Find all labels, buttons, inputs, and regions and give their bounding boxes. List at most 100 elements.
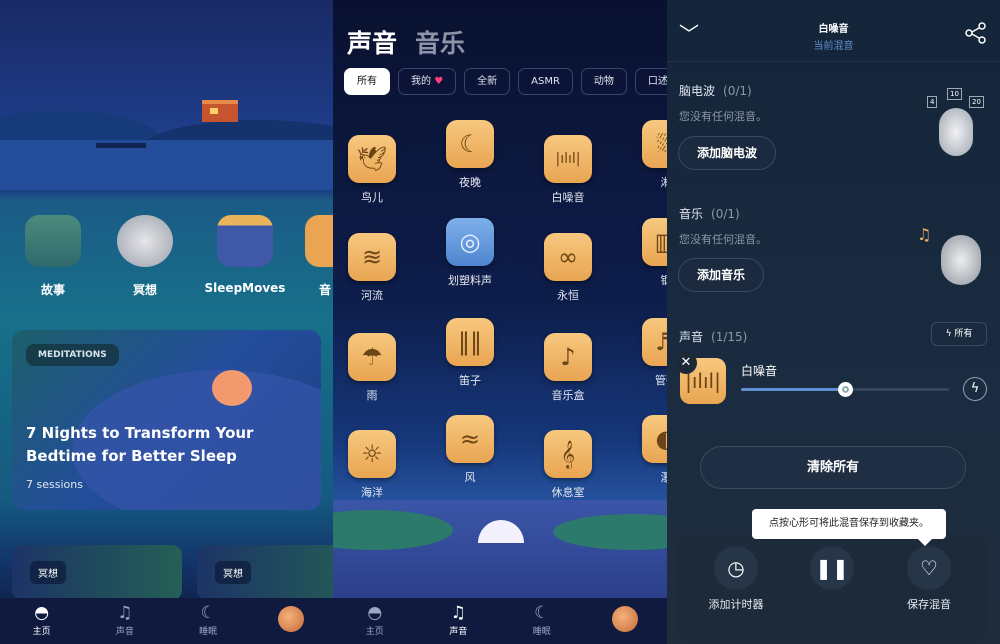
sound-item[interactable]: ≋ 河流 [333,233,412,303]
mix-controls: ◷ 添加计时器 ❚❚ ♡ 保存混音 [677,534,987,644]
meditating-owl-icon [117,215,173,267]
sound-item[interactable]: ☾ 夜晚 [430,120,510,190]
category-label: 冥想 [132,283,157,297]
sound-label: 风 [464,471,476,484]
nav-label: 主页 [365,627,384,637]
chip-all[interactable]: 所有 [344,68,390,95]
sound-item[interactable]: ≈ 风 [430,415,510,485]
pause-button[interactable]: ❚❚ [810,546,854,590]
sound-label: 钢 [660,274,668,287]
clock-icon: ◷ [727,556,745,580]
tab-music[interactable]: 音乐 [415,29,465,58]
chip-spoken[interactable]: 口述 [634,68,667,95]
sound-item[interactable]: 🕊 鸟儿 [333,135,412,205]
chip-mine[interactable]: 我的 ♥ [398,68,457,95]
piano-icon: ▥ [642,218,667,266]
session-count: 7 sessions [26,478,83,491]
mix-header: ﹀ 白噪音 当前混音 [667,0,1000,62]
category-sleepmoves[interactable]: SleepMoves [200,215,290,295]
waves-icon: ≋ [348,233,396,281]
sound-label: 笛子 [459,374,481,387]
volume-slider-thumb[interactable] [838,382,853,397]
nav-sounds[interactable]: ♫ 声音 [83,598,166,644]
nav-label: 睡眠 [532,627,551,637]
sound-label: 鸟儿 [361,191,383,204]
sound-label: 淋 [660,176,668,189]
sound-item[interactable]: ▥ 钢 [626,218,667,288]
section-label: 声音 [679,330,704,344]
section-label: 音乐 [679,207,704,221]
nav-sleep[interactable]: ☾ 睡眠 [167,598,250,644]
section-count: (1/15) [711,330,748,344]
add-music-button[interactable]: 添加音乐 [678,258,765,292]
nav-profile[interactable] [584,598,668,644]
nav-home[interactable]: ◓ 主页 [333,598,417,644]
randomize-track-button[interactable]: ϟ [963,377,987,401]
bottom-nav: ◓ 主页 ♫ 声音 ☾ 睡眠 [0,598,333,644]
harp-icon: ♬ [642,318,667,366]
bird-icon: 🕊 [348,135,396,183]
sound-label: 划塑料声 [448,274,492,287]
card-badge: 冥想 [30,561,66,584]
sound-item[interactable]: ♪ 音乐盒 [528,333,608,403]
category-meditation[interactable]: 冥想 [110,215,180,298]
treble-clef-icon: 𝄞 [544,430,592,478]
rain-cloud-icon: ☂ [348,333,396,381]
sound-item[interactable]: ☂ 雨 [333,333,412,403]
nav-home[interactable]: ◓ 主页 [0,598,83,644]
nav-sounds[interactable]: ♫ 声音 [417,598,501,644]
bolt-icon: ϟ [945,329,952,339]
volume-slider[interactable] [741,382,949,397]
lake-illustration [333,500,667,598]
meditation-card[interactable]: 冥想 [12,545,182,600]
sound-item[interactable]: ☼ 海洋 [333,430,412,500]
tab-sounds[interactable]: 声音 [347,29,397,58]
section-count: (0/1) [723,84,752,98]
featured-card[interactable]: MEDITATIONS 7 Nights to Transform Your B… [12,330,321,510]
meditation-card[interactable]: 冥想 [197,545,333,600]
section-label: 脑电波 [679,84,716,98]
randomize-all-button[interactable]: ϟ 所有 [931,322,987,346]
section-count: (0/1) [711,207,740,221]
nav-sleep[interactable]: ☾ 睡眠 [500,598,584,644]
clear-all-button[interactable]: 清除所有 [700,446,966,489]
home-icon: ◓ [367,603,383,623]
sound-item[interactable]: ◎ 划塑料声 [430,218,510,288]
category-music[interactable]: 音 [300,215,333,298]
share-icon[interactable] [965,22,987,44]
category-stories[interactable]: 故事 [18,215,88,298]
nav-label: 声音 [449,627,468,637]
sound-item[interactable]: 𝄞 休息室 [528,430,608,500]
sound-item[interactable]: ∞ 永恒 [528,233,608,303]
save-mix-button[interactable]: ♡ [907,546,951,590]
music-note-icon: ♫ [450,603,466,623]
music-box-icon: ♪ [544,333,592,381]
add-brainwave-button[interactable]: 添加脑电波 [678,136,777,170]
sound-item[interactable]: ‖‖ 笛子 [430,318,510,388]
sound-tabs: 声音 音乐 [347,24,483,60]
chip-animals[interactable]: 动物 [580,68,627,95]
heart-outline-icon: ♡ [920,556,938,580]
sound-label: 管弦 [655,374,667,387]
frequency-badge: 10 [947,88,962,100]
chip-asmr[interactable]: ASMR [518,68,573,95]
moon-icon: ☾ [200,603,216,623]
sound-label: 白噪音 [551,191,585,204]
timer-button[interactable]: ◷ [714,546,758,590]
water-drop-icon: ◐ [642,415,667,463]
featured-title: 7 Nights to Transform Your Bedtime for B… [26,424,254,465]
waveform-icon: |ılıl| [544,135,592,183]
sound-item[interactable]: ◐ 瀑 [626,415,667,485]
sound-item[interactable]: ♬ 管弦 [626,318,667,388]
bottom-nav: ◓ 主页 ♫ 声音 ☾ 睡眠 [333,598,667,644]
sound-item[interactable]: ⛆ 淋 [626,120,667,190]
nav-profile[interactable] [250,598,333,644]
pause-icon: ❚❚ [815,556,849,580]
header-illustration [0,0,333,190]
timer-label: 添加计时器 [708,598,764,611]
sound-item[interactable]: |ılıl| 白噪音 [528,135,608,205]
remove-sound-button[interactable]: ✕ [675,352,697,374]
sound-label: 雨 [366,389,378,402]
chip-new[interactable]: 全新 [464,68,511,95]
category-label: SleepMoves [204,281,286,295]
